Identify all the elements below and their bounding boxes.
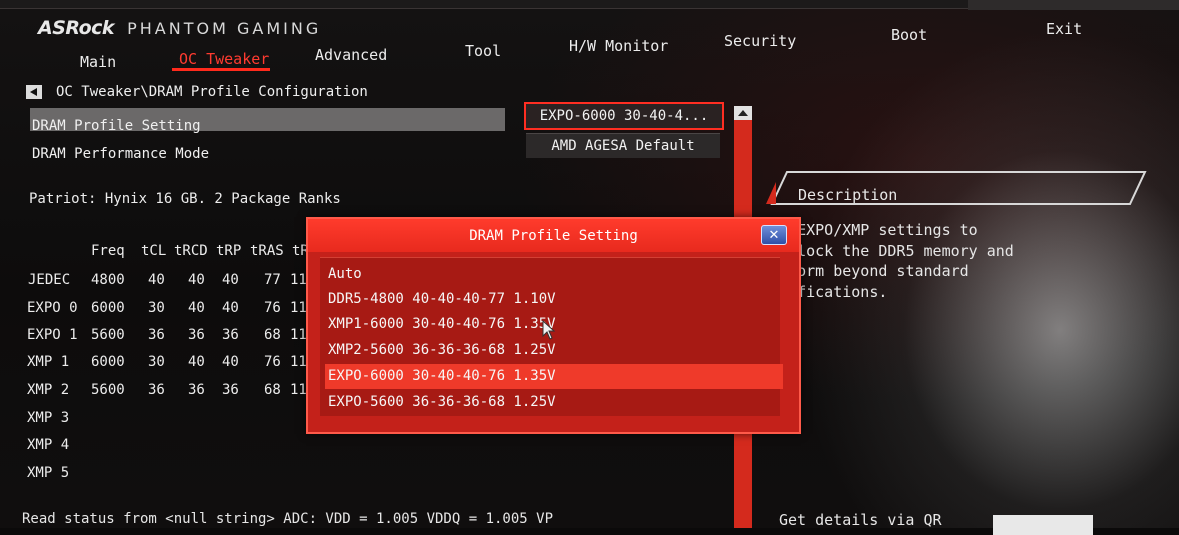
mouse-cursor-icon — [542, 320, 556, 340]
table-row-label: XMP 5 — [27, 465, 70, 481]
col-header-trp: tRP — [216, 243, 242, 259]
table-cell: 11 — [290, 300, 307, 316]
popup-option-auto[interactable]: Auto — [328, 262, 362, 287]
qr-code-icon — [993, 515, 1093, 535]
table-cell: 5600 — [91, 382, 125, 398]
table-cell: 40 — [188, 354, 205, 370]
tab-oc-tweaker[interactable]: OC Tweaker — [179, 50, 269, 68]
breadcrumb-path: OC Tweaker\DRAM Profile Configuration — [56, 84, 368, 100]
table-row-label: EXPO 1 — [27, 327, 78, 343]
table-cell: 40 — [188, 300, 205, 316]
dram-performance-mode-value[interactable]: AMD AGESA Default — [526, 133, 720, 158]
table-cell: 6000 — [91, 300, 125, 316]
close-icon[interactable]: ✕ — [761, 225, 787, 245]
popup-option-expo-5600[interactable]: EXPO-5600 36-36-36-68 1.25V — [328, 390, 556, 415]
popup-option-xmp1-6000[interactable]: XMP1-6000 30-40-40-76 1.35V — [328, 312, 556, 337]
table-cell: 77 — [264, 272, 281, 288]
description-title: Description — [798, 186, 898, 204]
table-cell: 36 — [222, 382, 239, 398]
table-row-label: XMP 1 — [27, 354, 70, 370]
table-row-label: JEDEC — [28, 272, 71, 288]
table-row-label: XMP 2 — [27, 382, 70, 398]
table-cell: 36 — [188, 382, 205, 398]
description-text: ad EXPO/XMP settings to erclock the DDR5… — [770, 221, 1014, 301]
table-cell: 30 — [148, 300, 165, 316]
table-cell: 36 — [188, 327, 205, 343]
table-cell: 40 — [222, 272, 239, 288]
active-tab-underline — [172, 68, 270, 71]
tab-hw-monitor[interactable]: H/W Monitor — [569, 37, 668, 55]
table-cell: 36 — [148, 382, 165, 398]
table-cell: 6000 — [91, 354, 125, 370]
table-cell: 68 — [264, 382, 281, 398]
dimm-info: Patriot: Hynix 16 GB. 2 Package Ranks — [29, 191, 341, 207]
get-details-qr-label: Get details via QR — [779, 511, 942, 529]
table-cell: 40 — [222, 300, 239, 316]
table-cell: 68 — [264, 327, 281, 343]
scroll-up-icon[interactable] — [734, 106, 752, 120]
table-cell: 5600 — [91, 327, 125, 343]
setting-dram-performance-mode-label[interactable]: DRAM Performance Mode — [32, 146, 209, 162]
table-cell: 76 — [264, 354, 281, 370]
status-line: Read status from <null string> ADC: VDD … — [22, 511, 554, 527]
table-row-label: EXPO 0 — [27, 300, 78, 316]
tab-boot[interactable]: Boot — [891, 26, 927, 44]
tab-advanced[interactable]: Advanced — [315, 46, 387, 64]
table-cell: 11 — [290, 272, 307, 288]
table-cell: 11 — [290, 327, 307, 343]
table-cell: 11 — [290, 382, 307, 398]
tab-security[interactable]: Security — [724, 32, 796, 50]
top-nav: Main OC Tweaker Advanced Tool H/W Monito… — [0, 0, 1179, 80]
col-header-freq: Freq — [91, 243, 125, 259]
popup-option-xmp2-5600[interactable]: XMP2-5600 36-36-36-68 1.25V — [328, 338, 556, 363]
popup-title: DRAM Profile Setting — [308, 219, 799, 252]
table-cell: 40 — [222, 354, 239, 370]
table-row-label: XMP 3 — [27, 410, 70, 426]
table-cell: 11 — [290, 354, 307, 370]
table-cell: 36 — [222, 327, 239, 343]
tab-tool[interactable]: Tool — [465, 42, 501, 60]
popup-option-ddr5-4800[interactable]: DDR5-4800 40-40-40-77 1.10V — [328, 287, 556, 312]
tab-exit[interactable]: Exit — [1046, 20, 1082, 38]
col-header-trcd: tRCD — [174, 243, 208, 259]
col-header-tras: tRAS — [250, 243, 284, 259]
table-cell: 4800 — [91, 272, 125, 288]
breadcrumb: OC Tweaker\DRAM Profile Configuration — [26, 84, 368, 100]
tab-main[interactable]: Main — [80, 53, 116, 71]
dram-profile-value[interactable]: EXPO-6000 30-40-4... — [524, 102, 724, 130]
table-cell: 36 — [148, 327, 165, 343]
col-header-tcl: tCL — [141, 243, 167, 259]
table-cell: 40 — [148, 272, 165, 288]
back-arrow-icon[interactable] — [26, 85, 42, 99]
popup-option-expo-6000[interactable]: EXPO-6000 30-40-40-76 1.35V — [325, 364, 783, 389]
table-cell: 76 — [264, 300, 281, 316]
table-row-label: XMP 4 — [27, 437, 70, 453]
table-cell: 30 — [148, 354, 165, 370]
setting-dram-profile-label[interactable]: DRAM Profile Setting — [32, 118, 201, 134]
table-cell: 40 — [188, 272, 205, 288]
